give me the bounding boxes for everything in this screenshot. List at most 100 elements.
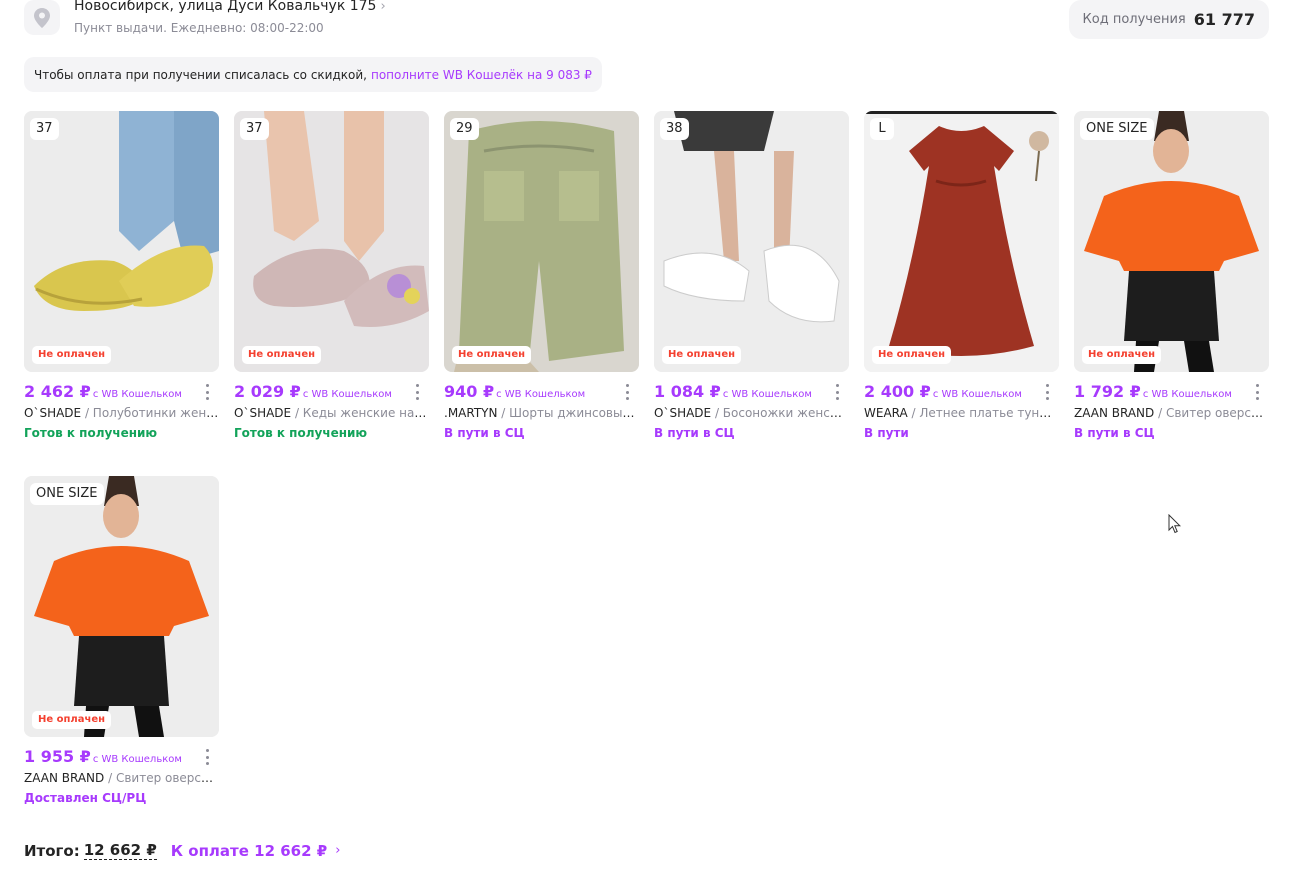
payment-status-badge: Не оплачен — [32, 711, 112, 729]
delivery-status: В пути — [864, 426, 909, 440]
product-brand: .MARTYN — [444, 406, 498, 420]
product-card[interactable]: 29 Не оплачен 940 ₽ с WB Кошельком .MARTY… — [444, 111, 639, 440]
product-brand: WEARA — [864, 406, 908, 420]
price-value: 1 792 ₽ — [1074, 382, 1141, 401]
price-note: с WB Кошельком — [92, 389, 182, 400]
pickup-header: Новосибирск, улица Дуси Ковальчук 175 › П… — [24, 0, 1269, 44]
product-image[interactable]: 37 Не оплачен — [24, 111, 219, 372]
price-note: с WB Кошельком — [932, 389, 1022, 400]
payment-status-badge: Не оплачен — [452, 346, 532, 364]
product-price: 1 084 ₽ с WB Кошельком — [654, 382, 812, 401]
product-brand: ZAAN BRAND — [24, 771, 105, 785]
product-brand: ZAAN BRAND — [1074, 406, 1155, 420]
product-image[interactable]: ONE SIZE Не оплачен — [1074, 111, 1269, 372]
price-note: с WB Кошельком — [302, 389, 392, 400]
product-title[interactable]: O`SHADE / Полуботинки женские — [24, 406, 219, 420]
more-options-icon[interactable] — [201, 749, 213, 765]
delivery-status: Доставлен СЦ/РЦ — [24, 791, 147, 805]
location-pin-icon — [24, 0, 60, 35]
price-value: 2 400 ₽ — [864, 382, 931, 401]
payment-status-badge: Не оплачен — [662, 346, 742, 364]
price-note: с WB Кошельком — [92, 754, 182, 765]
product-name: / Босоножки женские — [711, 406, 849, 420]
product-price: 2 462 ₽ с WB Кошельком — [24, 382, 182, 401]
pickup-address-link[interactable]: Новосибирск, улица Дуси Ковальчук 175 › — [74, 0, 386, 14]
product-price: 940 ₽ с WB Кошельком — [444, 382, 585, 401]
product-card[interactable]: ONE SIZE Не оплачен 1 955 ₽ с WB Кошелько… — [24, 476, 219, 805]
size-badge: ONE SIZE — [1080, 118, 1154, 140]
product-card[interactable]: 38 Не оплачен 1 084 ₽ с WB Кошельком O`SH… — [654, 111, 849, 440]
payment-status-badge: Не оплачен — [242, 346, 322, 364]
size-badge: 37 — [240, 118, 269, 140]
pay-button[interactable]: К оплате 12 662 ₽ — [171, 842, 327, 860]
product-card[interactable]: 37 Не оплачен 2 029 ₽ с WB Кошельком O`SH… — [234, 111, 429, 440]
delivery-status: В пути в СЦ — [654, 426, 735, 440]
product-image[interactable]: ONE SIZE Не оплачен — [24, 476, 219, 737]
product-name: / Полуботинки женские — [84, 406, 219, 420]
more-options-icon[interactable] — [1251, 384, 1263, 400]
product-brand: O`SHADE — [234, 406, 292, 420]
product-name: / Кеды женские натуральная кожа — [294, 406, 429, 420]
product-price: 2 029 ₽ с WB Кошельком — [234, 382, 392, 401]
product-title[interactable]: ZAAN BRAND / Свитер оверсайз — [24, 771, 219, 785]
size-badge: 38 — [660, 118, 689, 140]
product-image[interactable]: L Не оплачен — [864, 111, 1059, 372]
size-badge: 37 — [30, 118, 59, 140]
product-card[interactable]: ONE SIZE Не оплачен 1 792 ₽ с WB Кошелько… — [1074, 111, 1269, 440]
price-note: с WB Кошельком — [722, 389, 812, 400]
payment-status-badge: Не оплачен — [32, 346, 112, 364]
price-value: 2 029 ₽ — [234, 382, 301, 401]
product-name: / Свитер оверсайз — [1154, 406, 1269, 420]
price-value: 2 462 ₽ — [24, 382, 91, 401]
size-badge: L — [870, 118, 894, 140]
product-price: 1 955 ₽ с WB Кошельком — [24, 747, 182, 766]
delivery-status: Готов к получению — [24, 426, 158, 440]
product-image[interactable]: 38 Не оплачен — [654, 111, 849, 372]
more-options-icon[interactable] — [411, 384, 423, 400]
delivery-status: Готов к получению — [234, 426, 368, 440]
pickup-address: Новосибирск, улица Дуси Ковальчук 175 — [74, 0, 377, 14]
total-label: Итого: — [24, 841, 80, 860]
pickup-code-value: 61 777 — [1193, 10, 1255, 29]
payment-status-badge: Не оплачен — [872, 346, 952, 364]
more-options-icon[interactable] — [1041, 384, 1053, 400]
product-title[interactable]: WEARA / Летнее платье туника — [864, 406, 1059, 420]
product-title[interactable]: O`SHADE / Босоножки женские — [654, 406, 849, 420]
price-note: с WB Кошельком — [496, 389, 586, 400]
size-badge: 29 — [450, 118, 479, 140]
price-value: 1 955 ₽ — [24, 747, 91, 766]
product-brand: O`SHADE — [24, 406, 82, 420]
delivery-status: В пути в СЦ — [1074, 426, 1155, 440]
pickup-schedule: Пункт выдачи. Ежедневно: 08:00-22:00 — [74, 21, 324, 35]
pickup-code-label: Код получения — [1082, 12, 1186, 27]
wallet-topup-link[interactable]: пополните WB Кошелёк на 9 083 ₽ — [371, 68, 592, 82]
delivery-status: В пути в СЦ — [444, 426, 525, 440]
more-options-icon[interactable] — [831, 384, 843, 400]
pickup-code-box: Код получения 61 777 — [1068, 0, 1269, 39]
size-badge: ONE SIZE — [30, 483, 104, 505]
price-value: 1 084 ₽ — [654, 382, 721, 401]
chevron-right-icon: › — [335, 843, 341, 858]
more-options-icon[interactable] — [201, 384, 213, 400]
product-price: 1 792 ₽ с WB Кошельком — [1074, 382, 1232, 401]
payment-status-badge: Не оплачен — [1082, 346, 1162, 364]
product-image[interactable]: 29 Не оплачен — [444, 111, 639, 372]
product-title[interactable]: .MARTYN / Шорты джинсовые длинные — [444, 406, 639, 420]
price-value: 940 ₽ — [444, 382, 495, 401]
product-name: / Свитер оверсайз — [104, 771, 219, 785]
product-image[interactable]: 37 Не оплачен — [234, 111, 429, 372]
wallet-notice: Чтобы оплата при получении списалась со … — [24, 57, 602, 92]
total-sum[interactable]: 12 662 ₽ — [83, 841, 157, 860]
price-note: с WB Кошельком — [1142, 389, 1232, 400]
product-card[interactable]: L Не оплачен 2 400 ₽ с WB Кошельком WEARA… — [864, 111, 1059, 440]
product-title[interactable]: ZAAN BRAND / Свитер оверсайз — [1074, 406, 1269, 420]
product-title[interactable]: O`SHADE / Кеды женские натуральная кожа — [234, 406, 429, 420]
wallet-notice-text: Чтобы оплата при получении списалась со … — [34, 67, 367, 82]
product-name: / Летнее платье туника — [907, 406, 1059, 420]
mouse-cursor-icon — [1168, 513, 1182, 538]
product-brand: O`SHADE — [654, 406, 712, 420]
more-options-icon[interactable] — [621, 384, 633, 400]
product-price: 2 400 ₽ с WB Кошельком — [864, 382, 1022, 401]
product-name: / Шорты джинсовые длинные — [501, 406, 639, 420]
product-card[interactable]: 37 Не оплачен 2 462 ₽ с WB Кошельком O`SH… — [24, 111, 219, 440]
